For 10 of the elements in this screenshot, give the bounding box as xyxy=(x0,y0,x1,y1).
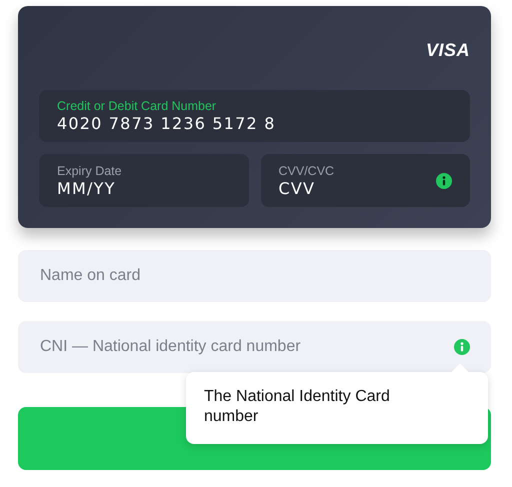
placeholder-text: Name on card xyxy=(40,267,140,285)
tooltip-text: The National Identity Card number xyxy=(204,387,391,427)
field-label: CVV/CVC xyxy=(278,162,334,178)
field-label: Expiry Date xyxy=(57,162,123,178)
cvv-value: CVV xyxy=(278,178,316,198)
placeholder-text: CNI — National identity card number xyxy=(40,338,301,356)
card-brand-logo: VISA xyxy=(426,40,470,62)
field-label: Credit or Debit Card Number xyxy=(57,98,218,114)
expiry-date-value: MM/YY xyxy=(57,178,116,198)
card-number-value: 4020 7873 1236 5172 8 xyxy=(57,114,276,134)
